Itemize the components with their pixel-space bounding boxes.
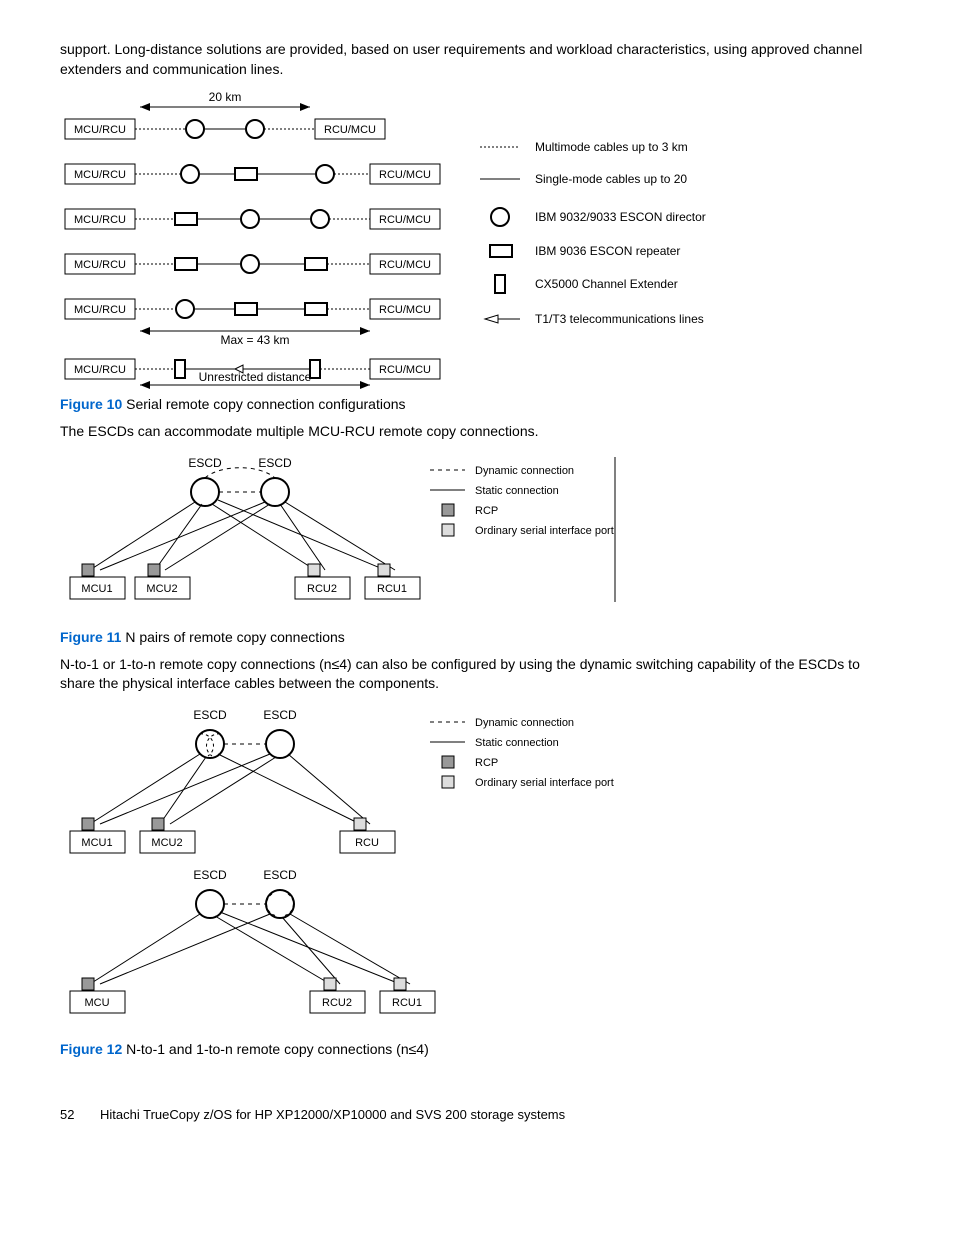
svg-text:MCU2: MCU2	[146, 583, 177, 595]
svg-text:MCU/RCU: MCU/RCU	[74, 364, 126, 376]
svg-text:MCU1: MCU1	[81, 583, 112, 595]
svg-text:MCU2: MCU2	[151, 837, 182, 849]
svg-text:ESCD: ESCD	[258, 456, 292, 470]
figure-12-label: Figure 12	[60, 1041, 122, 1057]
svg-text:Unrestricted distance: Unrestricted distance	[199, 370, 312, 384]
figure-12-diagram: ESCD ESCD MCU1 MCU2 RCU ESCD ESCD MCU	[60, 704, 894, 1037]
svg-text:RCP: RCP	[475, 505, 498, 517]
svg-text:ESCD: ESCD	[188, 456, 222, 470]
svg-text:Multimode cables up to 3 km: Multimode cables up to 3 km	[535, 140, 688, 154]
svg-text:MCU/RCU: MCU/RCU	[74, 214, 126, 226]
page-number: 52	[60, 1107, 74, 1122]
figure-11-title: N pairs of remote copy connections	[125, 629, 344, 645]
svg-text:RCU1: RCU1	[377, 583, 407, 595]
svg-text:RCU/MCU: RCU/MCU	[379, 259, 431, 271]
svg-text:MCU/RCU: MCU/RCU	[74, 124, 126, 136]
svg-text:Static connection: Static connection	[475, 737, 559, 749]
svg-text:RCU2: RCU2	[322, 997, 352, 1009]
svg-text:Dynamic connection: Dynamic connection	[475, 465, 574, 477]
svg-text:MCU1: MCU1	[81, 837, 112, 849]
figure-10-title: Serial remote copy connection configurat…	[126, 396, 405, 412]
figure-11-label: Figure 11	[60, 629, 121, 645]
figure-10-caption: Figure 10 Serial remote copy connection …	[60, 396, 894, 412]
intro-paragraph: support. Long-distance solutions are pro…	[60, 40, 894, 79]
svg-text:RCU/MCU: RCU/MCU	[379, 169, 431, 181]
svg-text:MCU/RCU: MCU/RCU	[74, 169, 126, 181]
svg-text:20 km: 20 km	[209, 90, 242, 104]
svg-text:MCU: MCU	[84, 997, 109, 1009]
svg-text:ESCD: ESCD	[193, 708, 227, 722]
svg-text:Dynamic connection: Dynamic connection	[475, 717, 574, 729]
svg-text:CX5000 Channel Extender: CX5000 Channel Extender	[535, 277, 678, 291]
svg-text:RCU: RCU	[355, 837, 379, 849]
svg-text:RCU2: RCU2	[307, 583, 337, 595]
figure-11-diagram: ESCD ESCD MCU1 MCU2 RCU2 RCU1 Dynamic co…	[60, 452, 894, 625]
figure-12-title: N-to-1 and 1-to-n remote copy connection…	[126, 1041, 429, 1057]
svg-text:Static connection: Static connection	[475, 485, 559, 497]
figure-12-caption: Figure 12 N-to-1 and 1-to-n remote copy …	[60, 1041, 894, 1057]
figure-11-caption: Figure 11 N pairs of remote copy connect…	[60, 629, 894, 645]
svg-text:Ordinary serial interface port: Ordinary serial interface port	[475, 777, 614, 789]
footer-doc-title: Hitachi TrueCopy z/OS for HP XP12000/XP1…	[100, 1107, 565, 1122]
svg-text:RCU/MCU: RCU/MCU	[379, 364, 431, 376]
svg-text:IBM 9036 ESCON repeater: IBM 9036 ESCON repeater	[535, 244, 680, 258]
svg-text:RCU1: RCU1	[392, 997, 422, 1009]
svg-text:RCU/MCU: RCU/MCU	[379, 304, 431, 316]
svg-text:RCP: RCP	[475, 757, 498, 769]
svg-text:ESCD: ESCD	[263, 868, 297, 882]
svg-text:MCU/RCU: MCU/RCU	[74, 304, 126, 316]
svg-text:MCU/RCU: MCU/RCU	[74, 259, 126, 271]
svg-text:RCU/MCU: RCU/MCU	[379, 214, 431, 226]
after-fig11-text: N-to-1 or 1-to-n remote copy connections…	[60, 655, 894, 694]
svg-text:IBM 9032/9033 ESCON director: IBM 9032/9033 ESCON director	[535, 210, 706, 224]
svg-text:Single-mode cables up to 20: Single-mode cables up to 20	[535, 172, 687, 186]
svg-text:ESCD: ESCD	[193, 868, 227, 882]
page-footer: 52 Hitachi TrueCopy z/OS for HP XP12000/…	[60, 1107, 894, 1122]
svg-text:ESCD: ESCD	[263, 708, 297, 722]
svg-text:Ordinary serial interface port: Ordinary serial interface port	[475, 525, 614, 537]
after-fig10-text: The ESCDs can accommodate multiple MCU-R…	[60, 422, 894, 442]
svg-text:RCU/MCU: RCU/MCU	[324, 124, 376, 136]
svg-text:T1/T3 telecommunications lines: T1/T3 telecommunications lines	[535, 312, 704, 326]
svg-text:Max = 43 km: Max = 43 km	[220, 333, 289, 347]
figure-10-diagram: 20 km MCU/RCU RCU/MCU MCU/RCU RCU/MCU MC…	[60, 89, 894, 392]
figure-10-label: Figure 10	[60, 396, 122, 412]
